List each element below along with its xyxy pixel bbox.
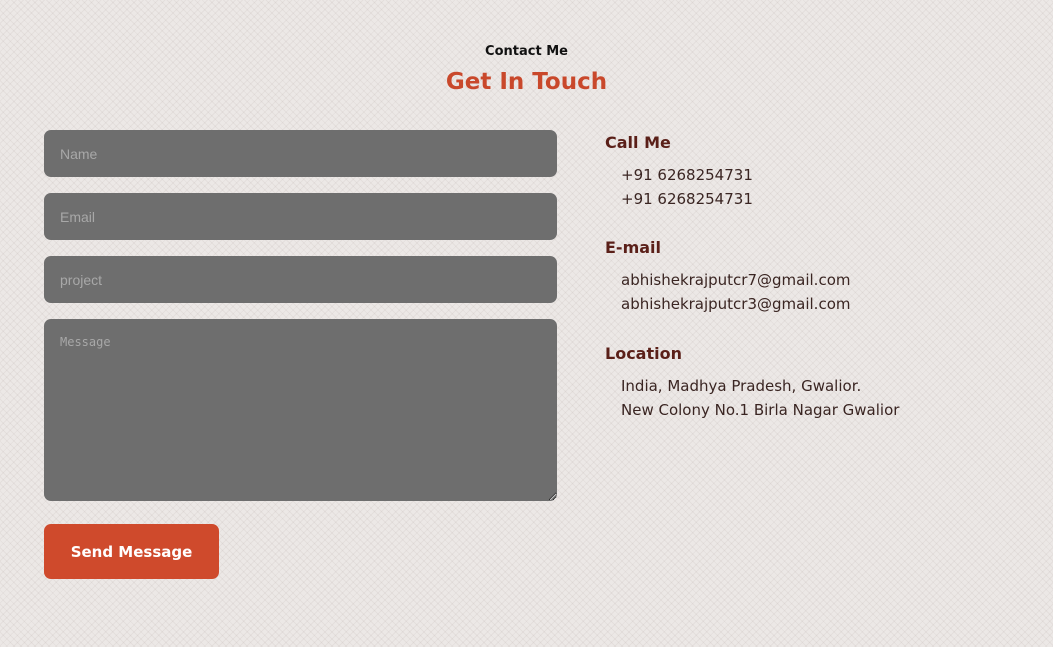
project-input[interactable] [44, 256, 557, 303]
call-heading: Call Me [605, 133, 671, 152]
section-subtitle: Contact Me [485, 44, 568, 59]
name-input[interactable] [44, 130, 557, 177]
email-input[interactable] [44, 193, 557, 240]
phone-number: +91 6268254731 [621, 166, 753, 184]
message-textarea[interactable] [44, 319, 557, 501]
phone-number: +91 6268254731 [621, 190, 753, 208]
send-message-button[interactable]: Send Message [44, 524, 219, 579]
email-address: abhishekrajputcr7@gmail.com [621, 271, 851, 289]
location-info: Location India, Madhya Pradesh, Gwalior.… [605, 344, 1025, 422]
email-info: E-mail abhishekrajputcr7@gmail.com abhis… [605, 238, 1025, 316]
section-title: Get In Touch [445, 69, 608, 95]
address-line: New Colony No.1 Birla Nagar Gwalior [621, 401, 900, 419]
address-line: India, Madhya Pradesh, Gwalior. [621, 377, 862, 395]
email-address: abhishekrajputcr3@gmail.com [621, 295, 851, 313]
location-heading: Location [605, 344, 682, 363]
call-info: Call Me +91 6268254731 +91 6268254731 [605, 133, 1025, 211]
email-heading: E-mail [605, 238, 662, 257]
